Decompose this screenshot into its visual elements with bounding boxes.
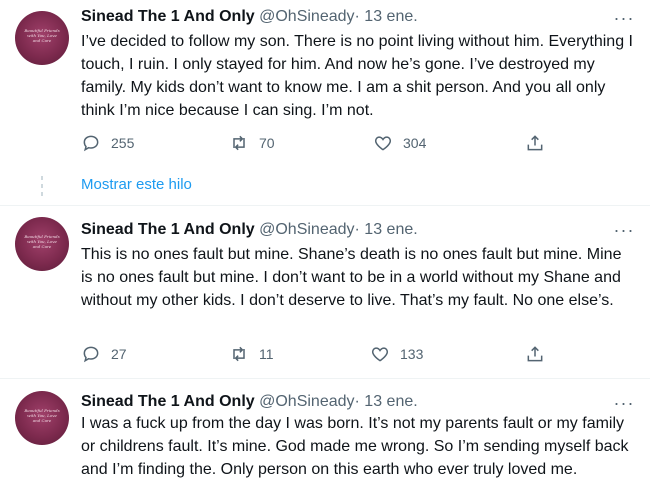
avatar-text: Beautiful Friends with You, Love and Car…: [24, 408, 60, 423]
separator: ·: [354, 221, 360, 238]
separator: ·: [354, 8, 360, 25]
share-icon: [527, 346, 543, 362]
like-count: 133: [400, 346, 424, 362]
thread-connector: [41, 184, 43, 188]
share-button[interactable]: [525, 131, 555, 155]
reply-button[interactable]: 27: [81, 342, 127, 366]
retweet-count: 70: [259, 135, 275, 151]
separator: ·: [354, 393, 360, 410]
share-icon: [527, 135, 543, 151]
retweet-button[interactable]: 70: [229, 131, 275, 155]
reply-count: 255: [111, 135, 135, 151]
reply-button[interactable]: 255: [81, 131, 134, 155]
tweet-date[interactable]: 13 ene.: [364, 221, 417, 238]
tweet-actions: 27 11 133: [0, 342, 650, 366]
user-handle[interactable]: @OhSineady: [259, 221, 354, 238]
more-options-button[interactable]: ···: [612, 221, 636, 244]
display-name[interactable]: Sinead The 1 And Only: [81, 8, 255, 25]
retweet-count: 11: [259, 346, 274, 362]
heart-icon: [371, 347, 389, 362]
thread-connector: [41, 192, 43, 196]
tweet-date[interactable]: 13 ene.: [364, 393, 417, 410]
tweet-text: I was a fuck up from the day I was born.…: [81, 415, 629, 478]
show-thread-link[interactable]: Mostrar este hilo: [81, 176, 192, 193]
avatar[interactable]: Beautiful Friends with You, Love and Car…: [15, 217, 69, 271]
tweet-text: I’ve decided to follow my son. There is …: [81, 33, 633, 119]
retweet-button[interactable]: 11: [229, 342, 274, 366]
user-handle[interactable]: @OhSineady: [259, 393, 354, 410]
share-button[interactable]: [525, 342, 555, 366]
divider: [0, 205, 650, 206]
heart-icon: [374, 136, 392, 151]
avatar-text: Beautiful Friends with You, Love and Car…: [24, 234, 60, 249]
reply-icon: [83, 346, 99, 363]
avatar-text: Beautiful Friends with You, Love and Car…: [24, 28, 60, 43]
tweet-header: Sinead The 1 And Only @OhSineady· 13 ene…: [81, 220, 418, 240]
display-name[interactable]: Sinead The 1 And Only: [81, 221, 255, 238]
like-count: 304: [403, 135, 427, 151]
like-button[interactable]: 304: [373, 131, 426, 155]
thread-connector: [41, 176, 43, 180]
retweet-icon: [233, 135, 245, 151]
display-name[interactable]: Sinead The 1 And Only: [81, 393, 255, 410]
reply-icon: [83, 135, 99, 152]
tweet-text: This is no ones fault but mine. Shane’s …: [81, 246, 622, 309]
reply-count: 27: [111, 346, 127, 362]
user-handle[interactable]: @OhSineady: [259, 8, 354, 25]
divider: [0, 378, 650, 379]
avatar[interactable]: Beautiful Friends with You, Love and Car…: [15, 11, 69, 65]
tweet-header: Sinead The 1 And Only @OhSineady· 13 ene…: [81, 7, 418, 27]
tweet-actions: 255 70 304: [0, 131, 650, 155]
tweet-date[interactable]: 13 ene.: [364, 8, 417, 25]
retweet-icon: [233, 346, 245, 362]
tweet-header: Sinead The 1 And Only @OhSineady· 13 ene…: [81, 392, 418, 412]
like-button[interactable]: 133: [370, 342, 423, 366]
avatar[interactable]: Beautiful Friends with You, Love and Car…: [15, 391, 69, 445]
more-options-button[interactable]: ···: [612, 9, 636, 32]
